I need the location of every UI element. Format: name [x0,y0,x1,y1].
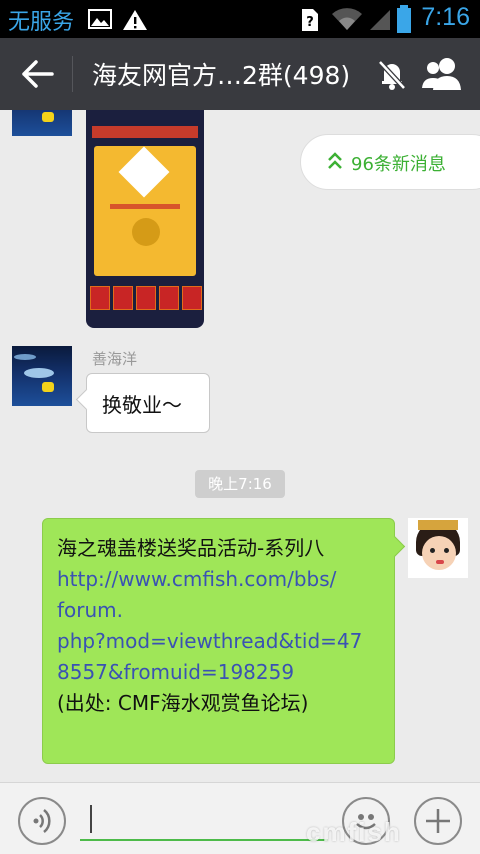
status-bar: 无服务 ? 7:16 [0,0,480,38]
message-link[interactable]: 8557&fromuid=198259 [57,657,362,688]
message-list[interactable]: 96条新消息 善海洋 换敬业～ 晚上7:16 海之魂盖楼送奖品活动-系列八 ht… [0,110,480,782]
header-divider [72,56,73,92]
double-chevron-up-icon [328,152,342,169]
voice-icon [33,809,51,833]
chat-title[interactable]: 海友网官方…2群(498) [92,56,350,92]
new-messages-pill[interactable]: 96条新消息 [300,134,480,190]
message-text: 换敬业～ [102,393,182,417]
message-link[interactable]: http://www.cmfish.com/bbs/ [57,564,362,595]
sim-unknown-icon: ? [302,9,318,31]
message-input[interactable] [80,799,328,841]
avatar[interactable] [12,346,72,406]
incoming-message-bubble[interactable]: 换敬业～ [86,373,210,433]
clock: 7:16 [421,3,470,31]
image-icon [88,9,112,29]
back-arrow-icon[interactable] [18,56,58,92]
message-link[interactable]: php?mod=viewthread&tid=47 [57,626,362,657]
message-line: 海之魂盖楼送奖品活动-系列八 [57,536,325,560]
avatar[interactable] [12,110,72,136]
group-members-icon[interactable] [420,54,464,94]
voice-button[interactable] [18,797,66,845]
image-message[interactable] [86,110,204,328]
message-line: (出处: CMF海水观赏鱼论坛) [57,691,309,715]
wifi-icon [332,8,362,30]
mute-bell-icon[interactable] [374,56,410,92]
input-bar: cmfish [0,782,480,854]
plus-icon [426,809,450,833]
new-messages-label: 96条新消息 [351,154,446,175]
outgoing-message-bubble[interactable]: 海之魂盖楼送奖品活动-系列八 http://www.cmfish.com/bbs… [42,518,395,764]
warning-icon [123,10,147,30]
chat-header: 海友网官方…2群(498) [0,38,480,110]
message-link[interactable]: forum. [57,595,362,626]
timestamp: 晚上7:16 [195,470,285,498]
battery-icon [397,5,411,33]
watermark: cmfish [306,817,402,847]
signal-icon [370,10,390,30]
carrier-status: 无服务 [8,10,75,35]
more-button[interactable] [414,797,462,845]
my-avatar[interactable] [408,518,468,578]
svg-text:?: ? [306,15,314,30]
sender-name: 善海洋 [92,350,138,368]
